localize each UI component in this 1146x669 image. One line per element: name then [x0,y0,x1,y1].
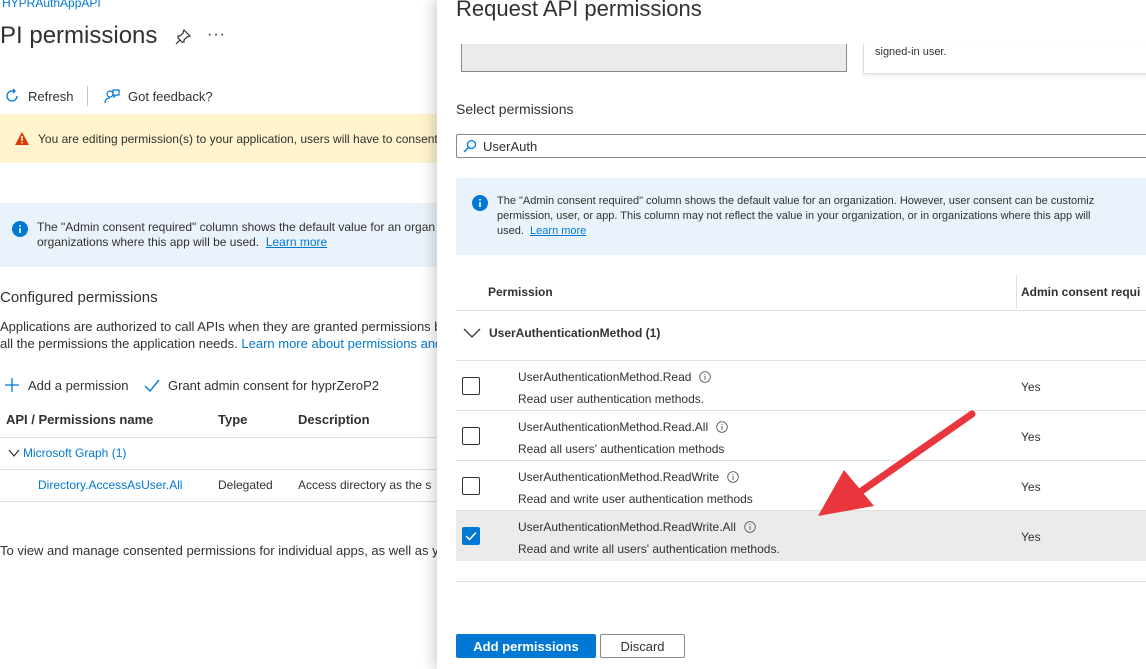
table-divider [456,310,1146,311]
add-permissions-button[interactable]: Add permissions [456,634,596,658]
info-circle-icon[interactable] [716,421,728,433]
pin-icon[interactable] [175,29,191,45]
table-divider [0,469,437,470]
permission-name: UserAuthenticationMethod.ReadWrite.All [518,520,736,534]
column-header-permission[interactable]: Permission [488,285,553,299]
info-circle-icon[interactable] [699,371,712,383]
table-divider [0,437,437,438]
admin-consent-value: Yes [1021,480,1041,494]
add-permission-label: Add a permission [28,377,129,393]
info-line2: permission, user, or app. This column ma… [497,210,1091,222]
screen: HYPRAuthAppAPI PI permissions ··· Refres… [0,0,1146,669]
chevron-down-icon [463,328,481,338]
permission-type: Delegated [218,478,273,492]
column-header-api[interactable]: API / Permissions name [6,412,153,427]
learn-more-link[interactable]: Learn more [266,235,327,249]
permission-description: Read user authentication methods. [518,392,705,406]
feedback-label: Got feedback? [128,88,213,104]
card-text: signed-in user. [875,46,947,58]
footer-divider [456,581,1146,582]
checkmark-icon [144,379,160,393]
api-group-row[interactable]: Microsoft Graph (1) [8,446,126,460]
learn-more-link[interactable]: Learn more [530,225,586,237]
feedback-icon [104,89,120,104]
add-permission-button[interactable]: Add a permission [4,375,128,395]
search-icon [463,139,477,153]
column-header-admin-consent[interactable]: Admin consent requi [1021,285,1140,299]
admin-consent-value: Yes [1021,430,1041,444]
grant-admin-consent-label: Grant admin consent for hyprZeroP2 [168,377,379,393]
select-permissions-label: Select permissions [456,101,574,117]
permission-group-toggle[interactable]: UserAuthenticationMethod (1) [463,326,660,340]
admin-consent-info-banner: The "Admin consent required" column show… [456,178,1146,255]
permission-description: Read and write user authentication metho… [518,492,753,506]
permission-name-link[interactable]: Directory.AccessAsUser.All [38,478,182,492]
warning-text: You are editing permission(s) to your ap… [38,131,437,146]
plus-icon [5,378,19,392]
permission-description: Read and write all users' authentication… [518,542,780,556]
info-icon [12,221,28,237]
page-title: PI permissions [0,22,158,49]
permission-name: UserAuthenticationMethod.Read.All [518,420,709,434]
search-value: UserAuth [483,138,538,154]
api-permissions-blade: HYPRAuthAppAPI PI permissions ··· Refres… [0,0,437,669]
grant-admin-consent-button[interactable]: Grant admin consent for hyprZeroP2 [144,375,379,395]
panel-title: Request API permissions [456,0,702,21]
permission-checkbox[interactable] [462,427,480,445]
table-divider [0,501,437,502]
manage-consent-text: To view and manage consented permissions… [0,543,437,558]
more-options-icon[interactable]: ··· [207,26,226,44]
column-divider [1016,275,1017,309]
info-text-line2: organizations where this app will be use… [37,235,260,249]
delegated-permissions-card[interactable] [461,44,847,72]
checkmark-icon [465,531,477,541]
permission-checkbox[interactable] [462,377,480,395]
warning-banner: You are editing permission(s) to your ap… [0,114,437,163]
application-permissions-card[interactable]: signed-in user. [863,44,1146,74]
refresh-button[interactable]: Refresh [4,86,74,106]
learn-more-permissions-link[interactable]: Learn more about permissions and [241,336,437,351]
toolbar-divider [87,86,88,106]
configured-permissions-title: Configured permissions [0,289,158,306]
permission-name: UserAuthenticationMethod.Read [518,370,692,384]
discard-button[interactable]: Discard [600,634,685,658]
info-line1: The "Admin consent required" column show… [497,195,1095,207]
desc-line1: Applications are authorized to call APIs… [0,319,437,334]
permission-description: Read all users' authentication methods [518,442,725,456]
desc-line2: all the permissions the application need… [0,336,238,351]
api-group-label: Microsoft Graph (1) [23,446,127,460]
permission-checkbox-checked[interactable] [462,527,480,545]
configured-permissions-desc: Applications are authorized to call APIs… [0,318,437,352]
permission-description: Access directory as the s [298,478,432,492]
admin-consent-value: Yes [1021,530,1041,544]
info-text-line1: The "Admin consent required" column show… [37,220,436,234]
permission-group-label: UserAuthenticationMethod (1) [489,326,661,340]
annotation-arrow-icon [818,410,976,516]
admin-consent-value: Yes [1021,380,1041,394]
feedback-button[interactable]: Got feedback? [104,86,213,106]
column-header-type[interactable]: Type [218,412,247,427]
refresh-icon [6,88,18,102]
permission-checkbox[interactable] [462,477,480,495]
info-circle-icon[interactable] [727,471,739,483]
column-header-description[interactable]: Description [298,412,370,427]
warning-icon [15,131,29,145]
info-line3: used. [497,225,524,237]
permissions-search-input[interactable]: UserAuth [456,134,1146,158]
info-circle-icon[interactable] [744,521,756,533]
refresh-label: Refresh [28,88,74,104]
info-banner: The "Admin consent required" column show… [0,203,437,267]
info-icon [472,195,488,211]
permission-name: UserAuthenticationMethod.ReadWrite [518,470,720,484]
chevron-down-icon [8,449,20,457]
request-api-permissions-panel: Request API permissions signed-in user. … [437,0,1146,669]
breadcrumb-link[interactable]: HYPRAuthAppAPI [2,0,101,10]
